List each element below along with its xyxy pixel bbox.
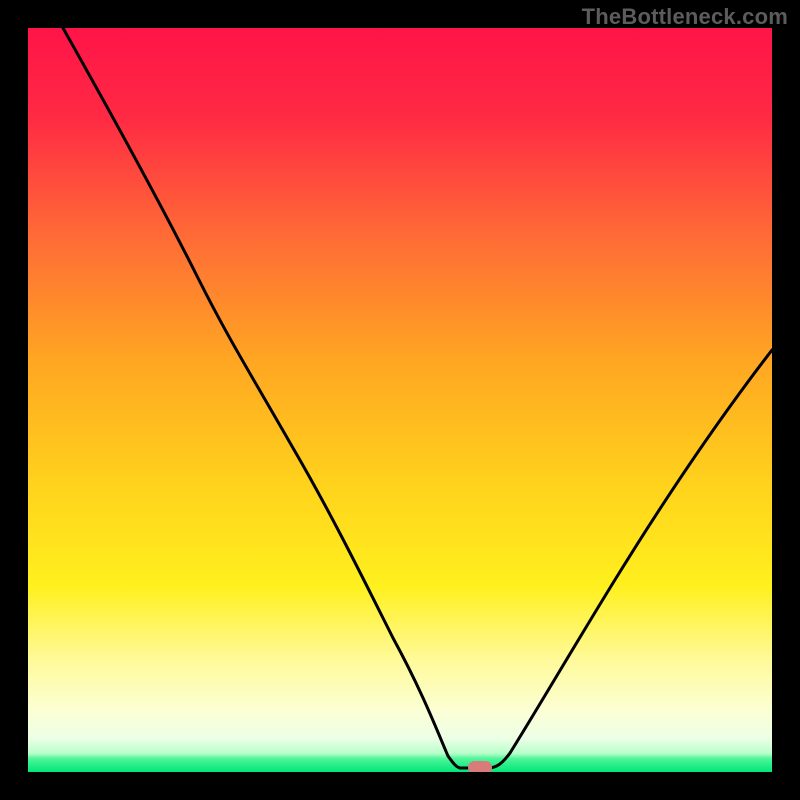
chart-frame: TheBottleneck.com xyxy=(0,0,800,800)
gradient-background xyxy=(28,28,772,772)
optimum-marker xyxy=(468,761,492,772)
plot-area xyxy=(28,28,772,772)
watermark-text: TheBottleneck.com xyxy=(582,4,788,30)
chart-svg xyxy=(28,28,772,772)
